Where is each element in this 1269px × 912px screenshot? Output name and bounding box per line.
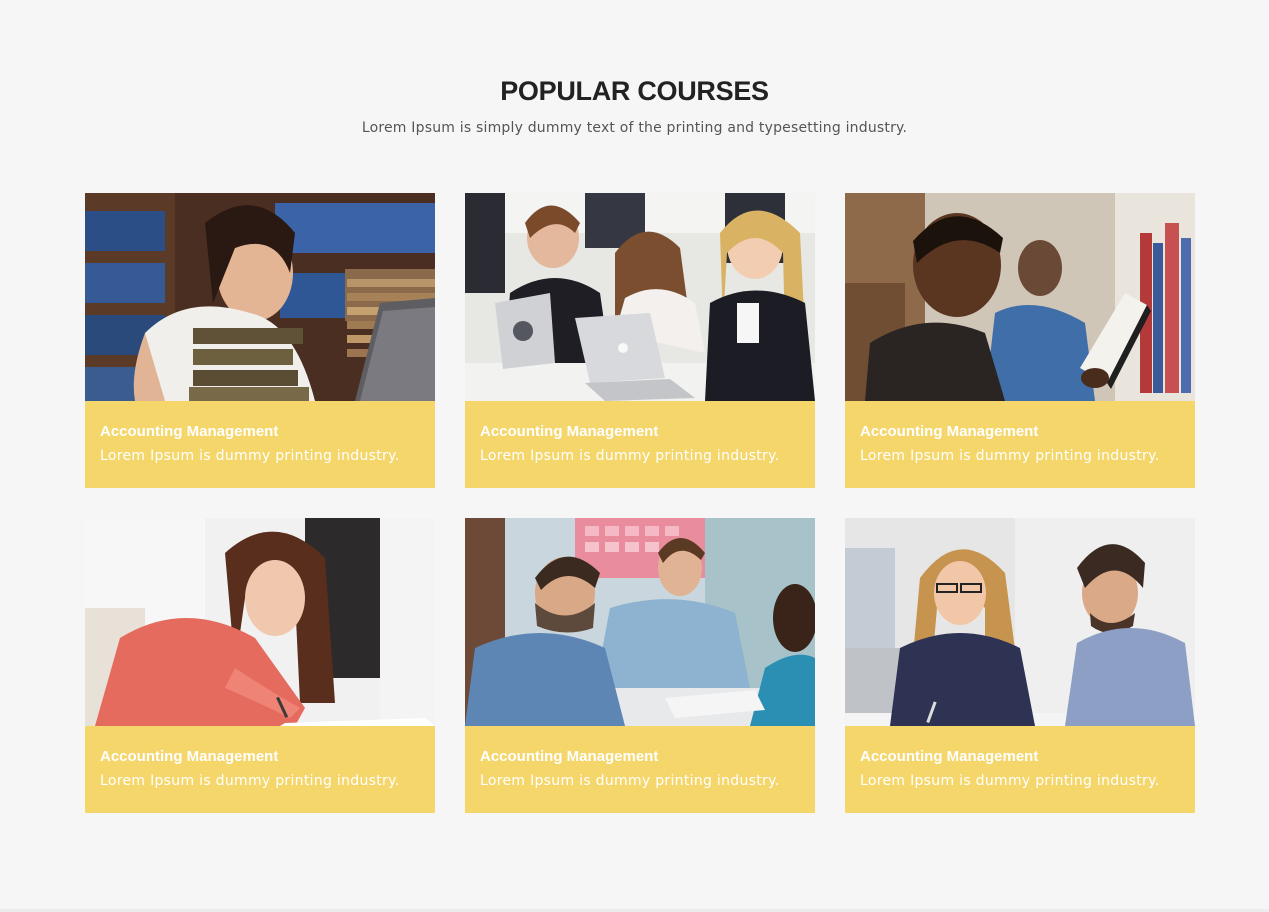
group-study-discussion-photo[interactable] bbox=[465, 518, 815, 726]
course-caption: Accounting Management Lorem Ipsum is dum… bbox=[85, 401, 435, 488]
course-title[interactable]: Accounting Management bbox=[100, 423, 420, 441]
course-card[interactable]: Accounting Management Lorem Ipsum is dum… bbox=[85, 193, 435, 488]
course-card[interactable]: Accounting Management Lorem Ipsum is dum… bbox=[465, 193, 815, 488]
section-subtitle: Lorem Ipsum is simply dummy text of the … bbox=[361, 120, 908, 136]
course-caption: Accounting Management Lorem Ipsum is dum… bbox=[465, 401, 815, 488]
course-title[interactable]: Accounting Management bbox=[480, 748, 800, 766]
course-description: Lorem Ipsum is dummy printing industry. bbox=[480, 448, 780, 464]
courses-grid: Accounting Management Lorem Ipsum is dum… bbox=[85, 193, 1195, 813]
section-header: POPULAR COURSES Lorem Ipsum is simply du… bbox=[0, 72, 1269, 138]
course-caption: Accounting Management Lorem Ipsum is dum… bbox=[465, 726, 815, 813]
woman-library-laptop-photo[interactable] bbox=[85, 193, 435, 401]
course-description: Lorem Ipsum is dummy printing industry. bbox=[860, 448, 1160, 464]
section-title: POPULAR COURSES bbox=[500, 76, 769, 106]
course-caption: Accounting Management Lorem Ipsum is dum… bbox=[85, 726, 435, 813]
course-description: Lorem Ipsum is dummy printing industry. bbox=[860, 773, 1160, 789]
course-title[interactable]: Accounting Management bbox=[860, 748, 1180, 766]
woman-writing-desk-photo[interactable] bbox=[85, 518, 435, 726]
course-title[interactable]: Accounting Management bbox=[480, 423, 800, 441]
course-description: Lorem Ipsum is dummy printing industry. bbox=[100, 448, 400, 464]
course-description: Lorem Ipsum is dummy printing industry. bbox=[480, 773, 780, 789]
course-card[interactable]: Accounting Management Lorem Ipsum is dum… bbox=[85, 518, 435, 813]
course-caption: Accounting Management Lorem Ipsum is dum… bbox=[845, 726, 1195, 813]
course-card[interactable]: Accounting Management Lorem Ipsum is dum… bbox=[845, 193, 1195, 488]
course-card[interactable]: Accounting Management Lorem Ipsum is dum… bbox=[465, 518, 815, 813]
course-caption: Accounting Management Lorem Ipsum is dum… bbox=[845, 401, 1195, 488]
course-card[interactable]: Accounting Management Lorem Ipsum is dum… bbox=[845, 518, 1195, 813]
course-description: Lorem Ipsum is dummy printing industry. bbox=[100, 773, 400, 789]
students-laptops-classroom-photo[interactable] bbox=[465, 193, 815, 401]
student-reading-library-photo[interactable] bbox=[845, 193, 1195, 401]
course-title[interactable]: Accounting Management bbox=[860, 423, 1180, 441]
course-title[interactable]: Accounting Management bbox=[100, 748, 420, 766]
business-meeting-photo[interactable] bbox=[845, 518, 1195, 726]
